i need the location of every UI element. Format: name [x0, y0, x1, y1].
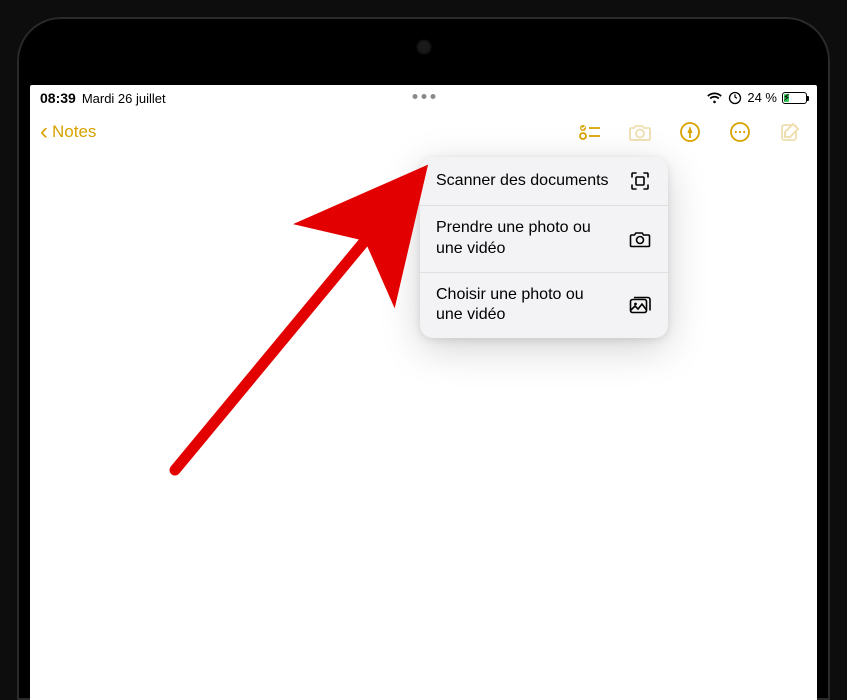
back-button[interactable]: ‹ Notes	[40, 120, 96, 144]
popover-label: Scanner des documents	[436, 171, 614, 192]
status-date: Mardi 26 juillet	[82, 91, 166, 106]
status-bar: 08:39 Mardi 26 juillet 24 % ⚡︎	[30, 85, 817, 110]
status-left: 08:39 Mardi 26 juillet	[40, 90, 166, 106]
photo-library-icon	[628, 293, 652, 317]
screen: 08:39 Mardi 26 juillet 24 % ⚡︎	[30, 85, 817, 700]
rotation-lock-icon	[728, 91, 742, 105]
popover-label: Prendre une photo ou une vidéo	[436, 218, 614, 260]
popover-item-choose-photo[interactable]: Choisir une photo ou une vidéo	[420, 272, 668, 339]
battery-fill: ⚡︎	[784, 94, 789, 102]
markup-icon[interactable]	[677, 119, 703, 145]
front-camera	[417, 40, 431, 54]
compose-icon[interactable]	[777, 119, 803, 145]
popover-label: Choisir une photo ou une vidéo	[436, 285, 614, 327]
scan-icon	[628, 169, 652, 193]
toolbar-right	[577, 110, 803, 154]
status-right: 24 % ⚡︎	[706, 90, 807, 105]
battery-percent: 24 %	[747, 90, 777, 105]
camera-icon	[628, 227, 652, 251]
popover-item-scan[interactable]: Scanner des documents	[420, 157, 668, 205]
battery-icon: ⚡︎	[782, 92, 807, 104]
toolbar: ‹ Notes	[30, 110, 817, 154]
wifi-icon	[706, 92, 723, 104]
multitasking-dots[interactable]	[412, 94, 435, 99]
chevron-left-icon: ‹	[40, 120, 48, 144]
camera-popover: Scanner des documents Prendre une photo …	[420, 157, 668, 338]
checklist-icon[interactable]	[577, 119, 603, 145]
status-time: 08:39	[40, 90, 76, 106]
camera-toolbar-icon[interactable]	[627, 119, 653, 145]
back-label: Notes	[52, 122, 96, 142]
popover-item-take-photo[interactable]: Prendre une photo ou une vidéo	[420, 205, 668, 272]
ipad-frame: 08:39 Mardi 26 juillet 24 % ⚡︎	[0, 0, 847, 700]
more-icon[interactable]	[727, 119, 753, 145]
